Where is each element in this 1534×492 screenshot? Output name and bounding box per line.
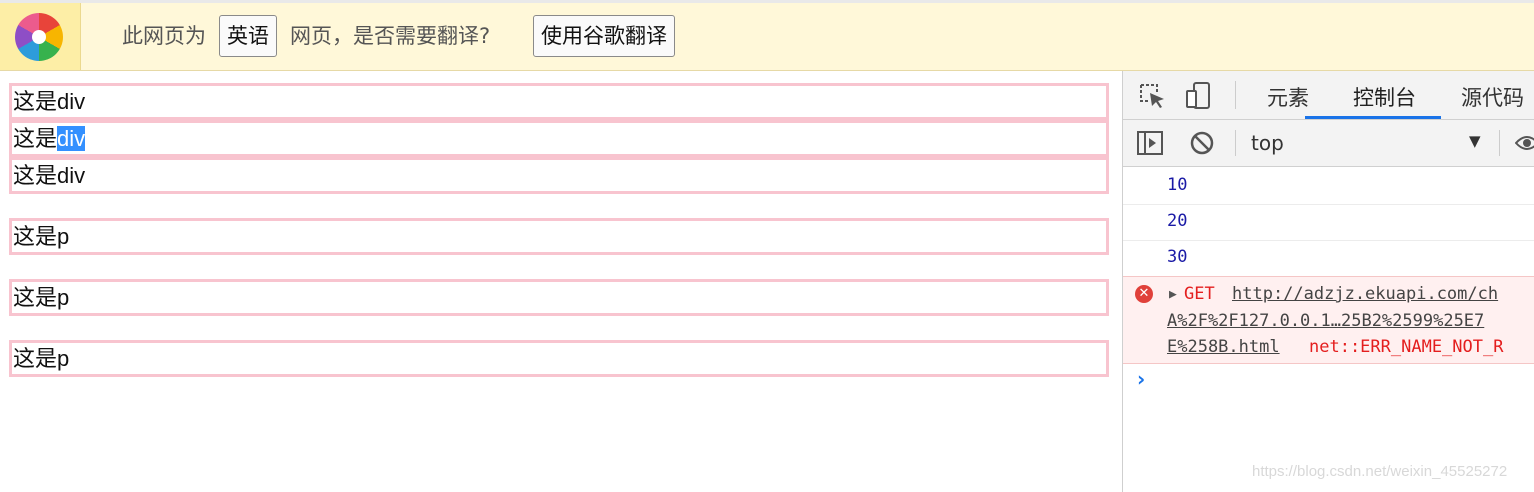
eye-icon[interactable] (1515, 133, 1534, 153)
paragraph-box-1: 这是p (9, 218, 1109, 255)
expand-arrow-icon[interactable]: ▶ (1169, 287, 1177, 302)
device-toolbar-icon[interactable] (1185, 81, 1215, 111)
inspect-element-icon[interactable] (1139, 83, 1167, 109)
error-message: net::ERR_NAME_NOT_R (1309, 337, 1504, 357)
div-box-2: 这是div (9, 120, 1109, 157)
tab-console[interactable]: 控制台 (1353, 82, 1416, 112)
dropdown-arrow-icon[interactable]: ▼ (1469, 132, 1481, 150)
console-log-row: 10 (1123, 168, 1534, 205)
toolbar-divider (1235, 130, 1236, 156)
error-url-link[interactable]: E%258B.html (1167, 337, 1280, 357)
console-prompt-icon[interactable]: › (1137, 367, 1145, 391)
translate-message-prefix: 此网页为 (122, 24, 206, 48)
tab-sources[interactable]: 源代码 (1461, 82, 1524, 112)
error-url-link[interactable]: A%2F%2F127.0.0.1…25B2%2599%25E7 (1167, 311, 1484, 331)
tab-elements[interactable]: 元素 (1267, 82, 1309, 112)
error-url-link[interactable]: http://adzjz.ekuapi.com/ch (1232, 284, 1498, 304)
pinwheel-logo-icon (15, 13, 63, 61)
paragraph-text: 这是p (13, 224, 70, 249)
tab-divider (1235, 81, 1236, 109)
devtools-tab-bar: 元素 控制台 源代码 (1123, 71, 1534, 120)
clear-console-icon[interactable] (1189, 130, 1215, 156)
active-tab-indicator (1305, 116, 1441, 119)
div-text-prefix: 这是 (13, 126, 58, 151)
log-value: 30 (1167, 247, 1188, 267)
browser-logo-area (0, 3, 81, 70)
paragraph-text: 这是p (13, 285, 70, 310)
paragraph-box-3: 这是p (9, 340, 1109, 377)
div-text-suffix: div (57, 163, 86, 188)
console-error-row: ✕ ▶ GET http://adzjz.ekuapi.com/ch A%2F%… (1123, 276, 1534, 364)
paragraph-text: 这是p (13, 346, 70, 371)
log-value: 20 (1167, 211, 1188, 231)
console-log-row: 20 (1123, 204, 1534, 241)
sidebar-toggle-icon[interactable] (1136, 130, 1164, 156)
translate-message-suffix: 网页，是否需要翻译? (290, 24, 491, 48)
selected-text[interactable]: div (57, 126, 86, 151)
console-toolbar: top ▼ (1123, 120, 1534, 167)
paragraph-box-2: 这是p (9, 279, 1109, 316)
div-text-prefix: 这是 (13, 89, 58, 114)
tab-strip-edge (0, 0, 1534, 3)
devtools-panel: 元素 控制台 源代码 top ▼ 10 20 30 ✕ ▶ GET http:/… (1122, 71, 1534, 492)
div-text-prefix: 这是 (13, 163, 58, 188)
watermark: https://blog.csdn.net/weixin_45525272 (1252, 463, 1508, 480)
div-text-suffix: div (57, 89, 86, 114)
context-selector[interactable]: top (1251, 131, 1284, 155)
div-box-3: 这是div (9, 157, 1109, 194)
console-log-row: 30 (1123, 240, 1534, 277)
div-box-1: 这是div (9, 83, 1109, 120)
toolbar-divider (1499, 130, 1500, 156)
log-value: 10 (1167, 175, 1188, 195)
language-button[interactable]: 英语 (219, 15, 277, 57)
error-method: GET (1184, 284, 1215, 304)
error-icon: ✕ (1135, 285, 1153, 303)
translate-bar: 此网页为 英语 网页，是否需要翻译? 使用谷歌翻译 (0, 0, 1534, 71)
translate-button[interactable]: 使用谷歌翻译 (533, 15, 675, 57)
